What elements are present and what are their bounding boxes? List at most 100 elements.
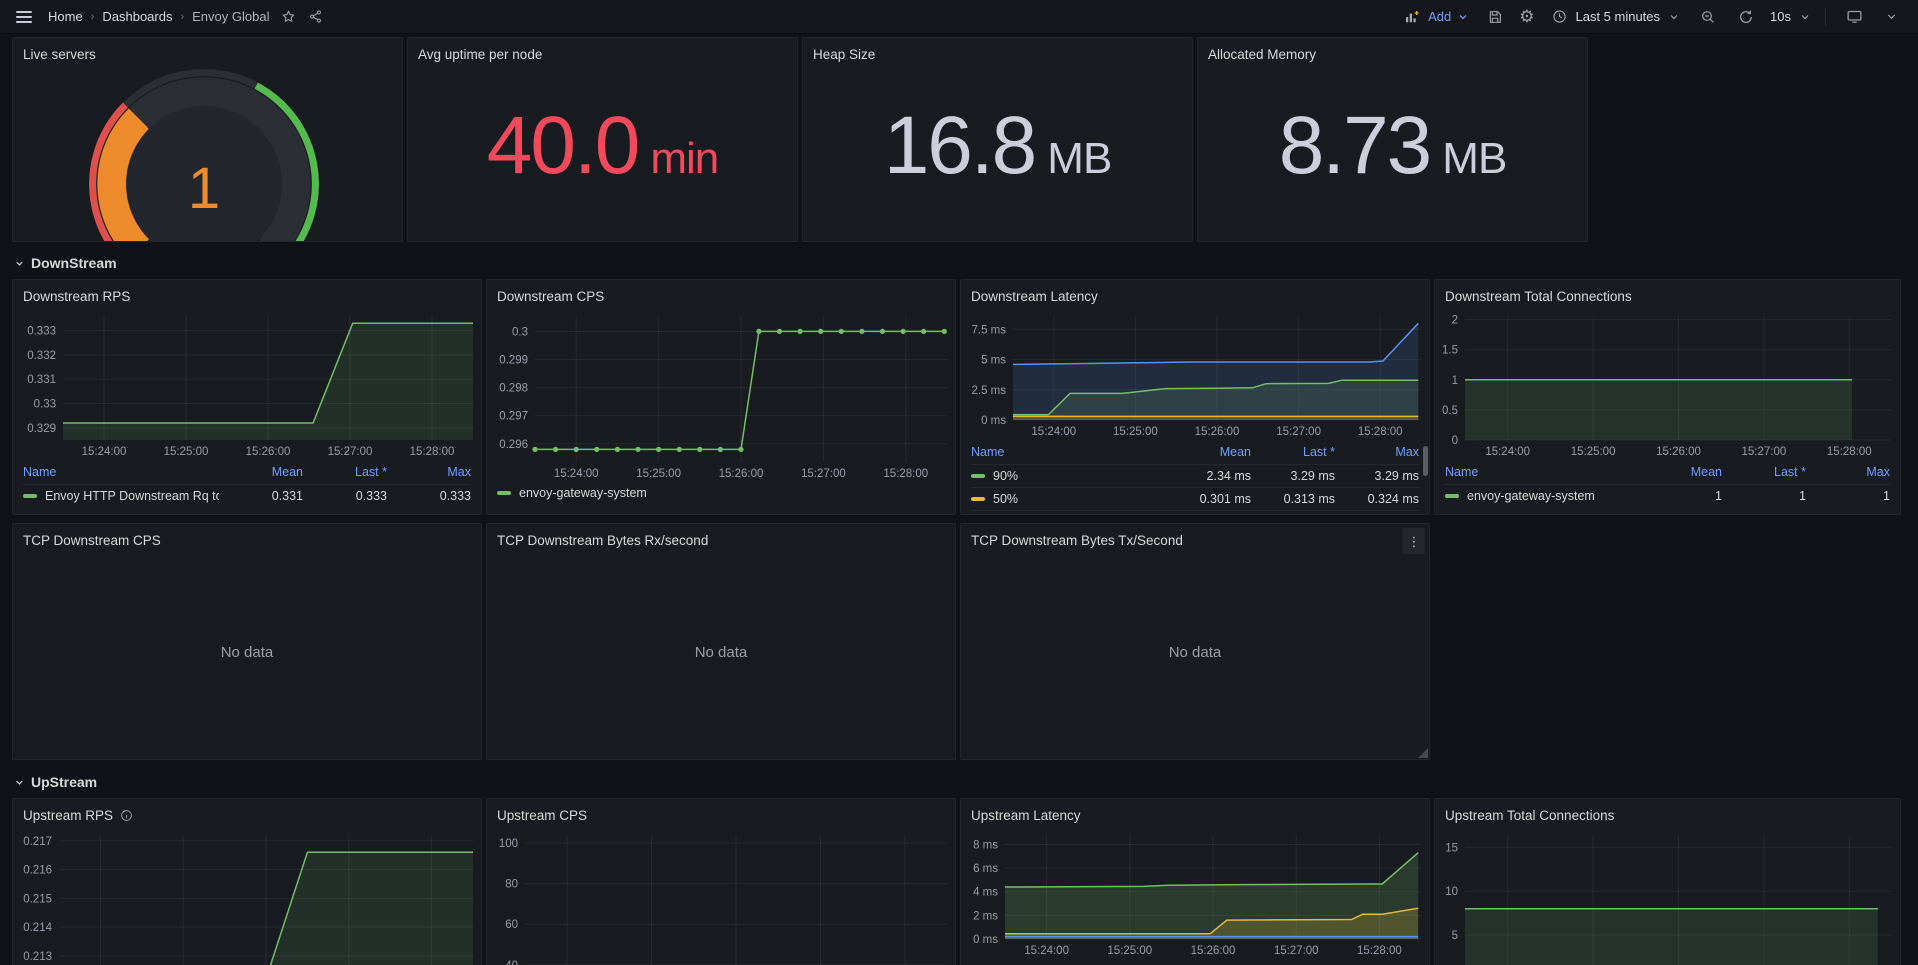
panel-title[interactable]: Avg uptime per node [408, 38, 797, 66]
chevron-down-icon [14, 777, 25, 788]
refresh-interval-dropdown[interactable]: 10s [1766, 9, 1811, 24]
downstream-cps-legend: envoy-gateway-system [487, 482, 955, 504]
legend-row[interactable]: 90%2.34 ms3.29 ms3.29 ms [971, 464, 1419, 487]
legend-header-last[interactable]: Last * [1722, 465, 1806, 479]
panel-title[interactable]: Upstream CPS [487, 799, 955, 827]
top-nav: Home › Dashboards › Envoy Global Add ⚙ [0, 0, 1918, 34]
legend-row[interactable]: Envoy HTTP Downstream Rq total0.3310.333… [23, 484, 471, 507]
panel-title[interactable]: Live servers [13, 38, 402, 66]
series-swatch [23, 494, 37, 498]
svg-text:15:27:00: 15:27:00 [1276, 426, 1321, 438]
timeseries-plot[interactable]: 0 ms2.5 ms5 ms7.5 ms15:24:0015:25:0015:2… [961, 308, 1429, 440]
dashboard-settings-button[interactable]: ⚙ [1513, 4, 1540, 29]
add-dropdown[interactable]: Add [1404, 9, 1469, 25]
panel-menu-button[interactable]: ⋮ [1403, 528, 1425, 554]
tv-mode-button[interactable] [1840, 4, 1869, 29]
downstream-latency-legend: NameMeanLast *Max 90%2.34 ms3.29 ms3.29 m… [961, 440, 1429, 515]
legend-header-name[interactable]: Name [1445, 465, 1638, 479]
panel-tcp-downstream-bytes-tx: TCP Downstream Bytes Tx/Second ⋮ No data [960, 523, 1430, 760]
svg-text:15:26:00: 15:26:00 [246, 446, 291, 458]
gear-icon: ⚙ [1519, 8, 1534, 25]
stat-value: 16.8 [884, 105, 1036, 187]
downstream-total-connections-chart[interactable]: 00.511.5215:24:0015:25:0015:26:0015:27:0… [1435, 308, 1900, 460]
panel-downstream-total-connections: Downstream Total Connections 00.511.5215… [1434, 279, 1901, 515]
breadcrumb-separator: › [91, 11, 95, 23]
legend-header-last[interactable]: Last * [1251, 445, 1335, 459]
menu-toggle-button[interactable] [10, 4, 38, 30]
refresh-button[interactable] [1732, 5, 1760, 29]
legend-scrollbar[interactable] [1423, 446, 1428, 476]
legend-header-max[interactable]: Max [387, 465, 471, 479]
svg-text:0.3: 0.3 [512, 326, 528, 338]
panel-resize-handle[interactable] [1418, 748, 1428, 758]
downstream-rps-legend: NameMeanLast *Max Envoy HTTP Downstream R… [13, 460, 481, 507]
hamburger-icon [16, 8, 32, 26]
legend-header-max[interactable]: Max [1806, 465, 1890, 479]
gauge-value-text: 1 [89, 155, 319, 222]
save-dashboard-button[interactable] [1481, 5, 1509, 29]
timeseries-plot[interactable]: 0 ms2 ms4 ms6 ms8 ms15:24:0015:25:0015:2… [961, 827, 1429, 959]
breadcrumb-separator: › [180, 11, 184, 23]
upstream-rps-chart[interactable]: 0.2130.2140.2150.2160.21715:24:0015:25:0… [13, 827, 481, 965]
panel-title[interactable]: Upstream Latency [961, 799, 1429, 827]
panel-title[interactable]: Downstream CPS [487, 280, 955, 308]
svg-text:0.329: 0.329 [27, 423, 56, 435]
panel-title[interactable]: Upstream RPS [23, 808, 113, 823]
time-range-label: Last 5 minutes [1575, 9, 1660, 24]
legend-header-last[interactable]: Last * [303, 465, 387, 479]
legend-row[interactable]: 50%0.301 ms0.313 ms0.324 ms [971, 487, 1419, 510]
time-range-picker[interactable]: Last 5 minutes [1552, 9, 1680, 24]
share-button[interactable] [302, 5, 329, 28]
downstream-cps-chart[interactable]: 0.2960.2970.2980.2990.315:24:0015:25:001… [487, 308, 955, 482]
svg-text:0.216: 0.216 [23, 865, 52, 877]
favorite-star-button[interactable] [275, 5, 302, 28]
save-icon [1487, 9, 1503, 25]
series-swatch [971, 497, 985, 501]
panel-title[interactable]: Downstream RPS [13, 280, 481, 308]
breadcrumb-dashboards[interactable]: Dashboards [102, 9, 172, 24]
svg-text:15:28:00: 15:28:00 [883, 468, 928, 480]
timeseries-plot[interactable]: 00.511.5215:24:0015:25:0015:26:0015:27:0… [1435, 308, 1900, 460]
timeseries-plot[interactable]: 0.3290.330.3310.3320.33315:24:0015:25:00… [13, 308, 481, 460]
timeseries-plot[interactable]: 40608010015:24:0015:25:0015:26:0015:27:0… [487, 827, 955, 965]
downstream-latency-chart[interactable]: 0 ms2.5 ms5 ms7.5 ms15:24:0015:25:0015:2… [961, 308, 1429, 440]
info-icon[interactable] [120, 809, 133, 822]
breadcrumb-home[interactable]: Home [48, 9, 83, 24]
legend-row[interactable]: 99%4.89 ms8 ms8 ms [971, 510, 1419, 515]
upstream-total-connections-chart[interactable]: 5101515:24:0015:25:0015:26:0015:27:0015:… [1435, 827, 1900, 965]
chevron-down-icon [1885, 10, 1898, 23]
collapse-nav-button[interactable] [1879, 6, 1904, 27]
svg-text:0.33: 0.33 [34, 399, 56, 411]
timeseries-plot[interactable]: 5101515:24:0015:25:0015:26:0015:27:0015:… [1435, 827, 1900, 965]
panel-title[interactable]: Downstream Latency [961, 280, 1429, 308]
panel-tcp-downstream-cps: TCP Downstream CPS No data [12, 523, 482, 760]
stat-value: 40.0 [487, 105, 639, 187]
timeseries-plot[interactable]: 0.2960.2970.2980.2990.315:24:0015:25:001… [487, 308, 955, 482]
svg-text:15:25:00: 15:25:00 [1113, 426, 1158, 438]
legend-row[interactable]: envoy-gateway-system111 [1445, 484, 1890, 507]
panel-title[interactable]: Downstream Total Connections [1435, 280, 1900, 308]
section-title: UpStream [31, 774, 97, 790]
legend-header-name[interactable]: Name [971, 445, 1167, 459]
legend-header-mean[interactable]: Mean [1638, 465, 1722, 479]
zoom-out-time-button[interactable] [1694, 5, 1722, 29]
svg-text:2 ms: 2 ms [973, 910, 998, 922]
panel-title[interactable]: Allocated Memory [1198, 38, 1587, 66]
timeseries-plot[interactable]: 0.2130.2140.2150.2160.21715:24:0015:25:0… [13, 827, 481, 965]
legend-header-mean[interactable]: Mean [1167, 445, 1251, 459]
legend-header-max[interactable]: Max [1335, 445, 1419, 459]
panel-title[interactable]: TCP Downstream Bytes Rx/second [487, 524, 955, 552]
panel-title[interactable]: Upstream Total Connections [1435, 799, 1900, 827]
legend-header-mean[interactable]: Mean [219, 465, 303, 479]
svg-text:0.214: 0.214 [23, 922, 52, 934]
panel-title[interactable]: Heap Size [803, 38, 1192, 66]
downstream-rps-chart[interactable]: 0.3290.330.3310.3320.33315:24:0015:25:00… [13, 308, 481, 460]
upstream-cps-chart[interactable]: 40608010015:24:0015:25:0015:26:0015:27:0… [487, 827, 955, 965]
panel-title[interactable]: TCP Downstream Bytes Tx/Second [961, 524, 1429, 552]
section-downstream-toggle[interactable]: DownStream [14, 253, 1906, 273]
legend-item[interactable]: envoy-gateway-system [497, 482, 945, 504]
section-upstream-toggle[interactable]: UpStream [14, 772, 1906, 792]
upstream-latency-chart[interactable]: 0 ms2 ms4 ms6 ms8 ms15:24:0015:25:0015:2… [961, 827, 1429, 959]
panel-title[interactable]: TCP Downstream CPS [13, 524, 481, 552]
legend-header-name[interactable]: Name [23, 465, 219, 479]
